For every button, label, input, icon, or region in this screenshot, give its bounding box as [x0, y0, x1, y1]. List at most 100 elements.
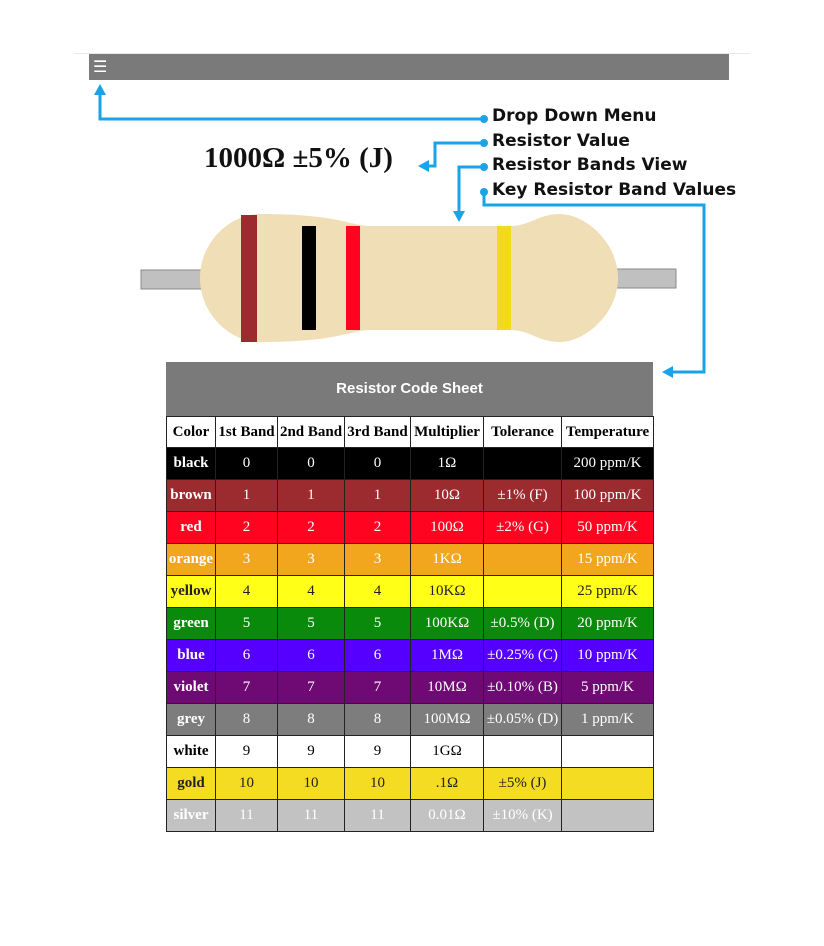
cell-color-name: black [166, 447, 216, 480]
value-arrowhead [418, 160, 429, 172]
cell-multiplier: 0.01Ω [410, 799, 484, 832]
resistor-code-sheet: Resistor Code Sheet Color 1st Band 2nd B… [166, 362, 654, 832]
callout-key-band-values: Key Resistor Band Values [492, 180, 737, 200]
cell-second-band: 5 [277, 607, 345, 640]
cell-second-band: 7 [277, 671, 345, 704]
cell-multiplier: 100Ω [410, 511, 484, 544]
resistor-value: 1000Ω ±5% (J) [204, 142, 393, 174]
cell-first-band: 1 [215, 479, 278, 512]
cell-color-name: violet [166, 671, 216, 704]
cell-tolerance [483, 735, 562, 768]
cell-first-band: 0 [215, 447, 278, 480]
cell-color-name: red [166, 511, 216, 544]
dropdown-callout-dot [480, 115, 488, 123]
cell-color-name: yellow [166, 575, 216, 608]
col-1st-band: 1st Band [215, 416, 278, 448]
cell-first-band: 11 [215, 799, 278, 832]
cell-tolerance: ±10% (K) [483, 799, 562, 832]
resistor-body [200, 214, 618, 342]
cell-color-name: grey [166, 703, 216, 736]
table-row: black 0 0 0 1Ω 200 ppm/K [166, 447, 654, 480]
cell-second-band: 10 [277, 767, 345, 800]
table-row: silver 11 11 11 0.01Ω ±10% (K) [166, 799, 654, 832]
table-row: blue 6 6 6 1MΩ ±0.25% (C) 10 ppm/K [166, 639, 654, 672]
callout-dropdown-menu: Drop Down Menu [492, 106, 657, 126]
cell-multiplier: 1MΩ [410, 639, 484, 672]
cell-first-band: 10 [215, 767, 278, 800]
cell-tolerance: ±0.5% (D) [483, 607, 562, 640]
cell-multiplier: 10Ω [410, 479, 484, 512]
cell-multiplier: 100MΩ [410, 703, 484, 736]
cell-tolerance [483, 447, 562, 480]
dropdown-arrowhead [94, 84, 106, 95]
col-tolerance: Tolerance [483, 416, 562, 448]
cell-multiplier: 1KΩ [410, 543, 484, 576]
cell-tolerance: ±2% (G) [483, 511, 562, 544]
cell-temperature: 5 ppm/K [561, 671, 654, 704]
col-color: Color [166, 416, 216, 448]
cell-tolerance: ±0.25% (C) [483, 639, 562, 672]
col-3rd-band: 3rd Band [344, 416, 411, 448]
cell-second-band: 4 [277, 575, 345, 608]
table-row: gold 10 10 10.1Ω ±5% (J) [166, 767, 654, 800]
cell-first-band: 3 [215, 543, 278, 576]
cell-third-band: 5 [344, 607, 411, 640]
cell-tolerance: ±5% (J) [483, 767, 562, 800]
cell-first-band: 6 [215, 639, 278, 672]
code-table: Color 1st Band 2nd Band 3rd Band Multipl… [166, 416, 654, 832]
cell-third-band: 8 [344, 703, 411, 736]
cell-second-band: 1 [277, 479, 345, 512]
cell-third-band: 9 [344, 735, 411, 768]
table-row: orange 3 3 3 1KΩ 15 ppm/K [166, 543, 654, 576]
cell-multiplier: 10KΩ [410, 575, 484, 608]
cell-color-name: gold [166, 767, 216, 800]
cell-second-band: 9 [277, 735, 345, 768]
table-header-row: Color 1st Band 2nd Band 3rd Band Multipl… [166, 416, 654, 448]
cell-third-band: 10 [344, 767, 411, 800]
table-row: grey 8 8 8 100MΩ ±0.05% (D) 1 ppm/K [166, 703, 654, 736]
cell-tolerance: ±1% (F) [483, 479, 562, 512]
cell-second-band: 0 [277, 447, 345, 480]
cell-temperature: 25 ppm/K [561, 575, 654, 608]
cell-multiplier: 1Ω [410, 447, 484, 480]
cell-color-name: orange [166, 543, 216, 576]
cell-temperature: 10 ppm/K [561, 639, 654, 672]
cell-multiplier: 10MΩ [410, 671, 484, 704]
key-values-callout-dot [480, 188, 488, 196]
cell-second-band: 3 [277, 543, 345, 576]
cell-color-name: brown [166, 479, 216, 512]
col-2nd-band: 2nd Band [277, 416, 345, 448]
cell-temperature [561, 767, 654, 800]
cell-third-band: 0 [344, 447, 411, 480]
cell-second-band: 2 [277, 511, 345, 544]
cell-first-band: 4 [215, 575, 278, 608]
band-1 [241, 215, 257, 342]
table-row: brown 1 1 1 10Ω ±1% (F) 100 ppm/K [166, 479, 654, 512]
value-callout-dot [480, 139, 488, 147]
bands-callout-dot [480, 163, 488, 171]
cell-multiplier: 100KΩ [410, 607, 484, 640]
sheet-title: Resistor Code Sheet [166, 362, 653, 416]
table-row: green 5 5 5 100KΩ ±0.5% (D) 20 ppm/K [166, 607, 654, 640]
table-row: yellow 4 4 4 10KΩ 25 ppm/K [166, 575, 654, 608]
cell-color-name: silver [166, 799, 216, 832]
cell-color-name: green [166, 607, 216, 640]
cell-first-band: 9 [215, 735, 278, 768]
key-values-arrowhead [662, 366, 673, 378]
table-row: white 9 9 9 1GΩ [166, 735, 654, 768]
cell-second-band: 6 [277, 639, 345, 672]
band-3 [346, 226, 360, 330]
table-row: violet 7 7 7 10MΩ ±0.10% (B) 5 ppm/K [166, 671, 654, 704]
cell-third-band: 1 [344, 479, 411, 512]
table-row: red 2 2 2 100Ω ±2% (G) 50 ppm/K [166, 511, 654, 544]
callout-resistor-value: Resistor Value [492, 131, 630, 151]
resistor-illustration [140, 214, 677, 342]
cell-tolerance [483, 543, 562, 576]
col-multiplier: Multiplier [410, 416, 484, 448]
cell-temperature: 15 ppm/K [561, 543, 654, 576]
cell-tolerance: ±0.05% (D) [483, 703, 562, 736]
cell-first-band: 8 [215, 703, 278, 736]
band-2 [302, 226, 316, 330]
cell-third-band: 11 [344, 799, 411, 832]
cell-temperature [561, 735, 654, 768]
